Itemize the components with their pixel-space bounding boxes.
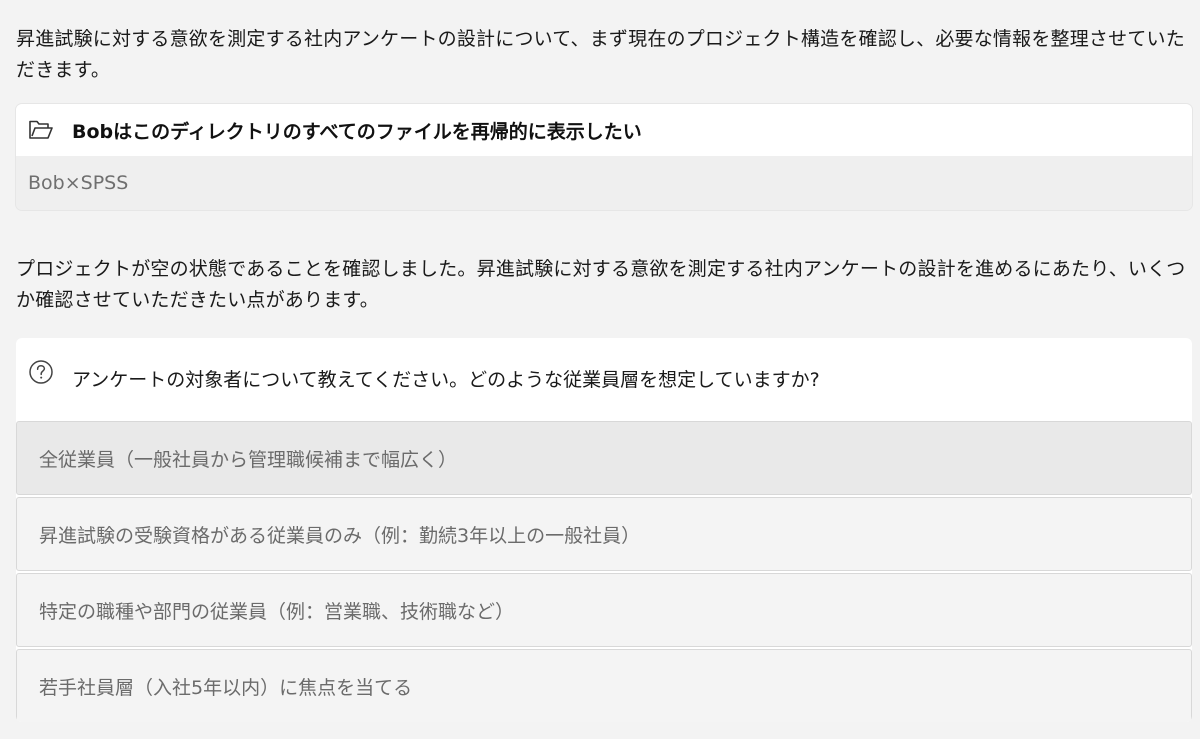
tool-call-header[interactable]: Bobはこのディレクトリのすべてのファイルを再帰的に表示したい bbox=[16, 104, 1192, 156]
question-text: アンケートの対象者について教えてください。どのような従業員層を想定していますか? bbox=[72, 369, 820, 391]
tool-call-result: Bob×SPSS bbox=[16, 156, 1192, 210]
answer-option-label: 若手社員層（入社5年以内）に焦点を当てる bbox=[39, 676, 413, 699]
answer-option[interactable]: 若手社員層（入社5年以内）に焦点を当てる bbox=[16, 649, 1192, 722]
answer-option[interactable]: 全従業員（一般社員から管理職候補まで幅広く） bbox=[16, 421, 1192, 495]
answer-option[interactable]: 特定の職種や部門の従業員（例：営業職、技術職など） bbox=[16, 573, 1192, 647]
question-header: アンケートの対象者について教えてください。どのような従業員層を想定していますか? bbox=[16, 338, 1192, 419]
folder-open-icon bbox=[28, 119, 54, 141]
answer-option-label: 特定の職種や部門の従業員（例：営業職、技術職など） bbox=[39, 600, 515, 623]
question-card: アンケートの対象者について教えてください。どのような従業員層を想定していますか?… bbox=[16, 338, 1192, 722]
intro-message: 昇進試験に対する意欲を測定する社内アンケートの設計について、まず現在のプロジェク… bbox=[16, 28, 1185, 81]
tool-call-title: Bobはこのディレクトリのすべてのファイルを再帰的に表示したい bbox=[72, 120, 642, 143]
answer-option-label: 昇進試験の受験資格がある従業員のみ（例：勤続3年以上の一般社員） bbox=[39, 524, 641, 547]
question-circle-icon bbox=[28, 359, 54, 385]
answer-option[interactable]: 昇進試験の受験資格がある従業員のみ（例：勤続3年以上の一般社員） bbox=[16, 497, 1192, 571]
tool-call-card: Bobはこのディレクトリのすべてのファイルを再帰的に表示したい Bob×SPSS bbox=[16, 104, 1192, 210]
status-message: プロジェクトが空の状態であることを確認しました。昇進試験に対する意欲を測定する社… bbox=[16, 258, 1186, 311]
answer-option-label: 全従業員（一般社員から管理職候補まで幅広く） bbox=[39, 448, 458, 471]
